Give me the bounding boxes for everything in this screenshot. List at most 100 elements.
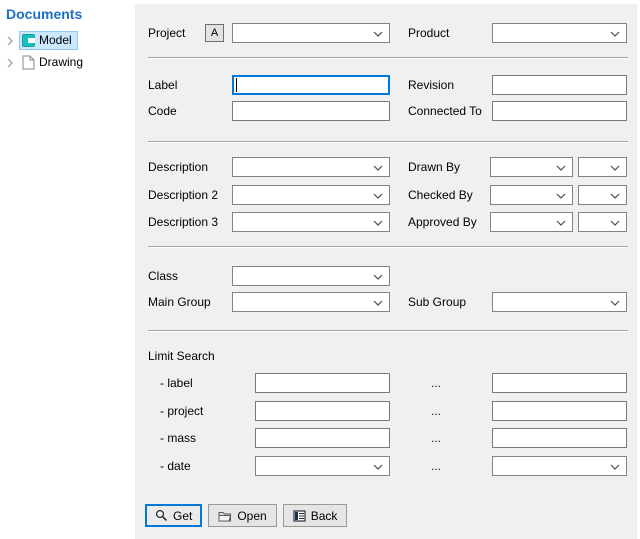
project-attribute-button[interactable]: A xyxy=(205,24,224,42)
limit-mass-to-input[interactable] xyxy=(492,428,627,448)
range-separator: ... xyxy=(431,401,441,421)
range-separator: ... xyxy=(431,373,441,393)
sub-group-combobox[interactable] xyxy=(492,292,627,312)
limit-date-to-combobox[interactable] xyxy=(492,456,627,476)
search-icon xyxy=(155,509,168,522)
class-combobox[interactable] xyxy=(232,266,390,286)
drawn-by-label: Drawn By xyxy=(408,157,460,177)
separator xyxy=(148,330,628,332)
tree-item-drawing-row[interactable]: Drawing xyxy=(19,53,89,72)
code-connectedto-row: Code Connected To xyxy=(135,101,637,121)
chevron-down-icon xyxy=(373,165,383,171)
tree-item-drawing[interactable]: Drawing xyxy=(0,53,89,72)
description2-checkedby-row: Description 2 Checked By xyxy=(135,185,637,205)
chevron-down-icon xyxy=(610,300,620,306)
tree-item-label: Drawing xyxy=(39,55,83,70)
open-button[interactable]: Open xyxy=(208,504,276,527)
maingroup-subgroup-row: Main Group Sub Group xyxy=(135,292,637,312)
chevron-down-icon xyxy=(610,31,620,37)
limit-label-row: - label ... xyxy=(135,373,637,393)
limit-project-row: - project ... xyxy=(135,401,637,421)
description2-label: Description 2 xyxy=(148,185,218,205)
project-combobox[interactable] xyxy=(232,23,390,43)
code-label: Code xyxy=(148,101,177,121)
description-label: Description xyxy=(148,157,208,177)
revision-label: Revision xyxy=(408,75,454,95)
limit-search-header-row: Limit Search xyxy=(135,346,637,366)
product-combobox[interactable] xyxy=(492,23,627,43)
main-group-combobox[interactable] xyxy=(232,292,390,312)
label-input[interactable] xyxy=(232,75,390,95)
limit-project-to-input[interactable] xyxy=(492,401,627,421)
chevron-down-icon xyxy=(373,31,383,37)
product-label: Product xyxy=(408,23,449,43)
description2-combobox[interactable] xyxy=(232,185,390,205)
limit-date-from-combobox[interactable] xyxy=(255,456,390,476)
chevron-down-icon xyxy=(373,464,383,470)
main-group-label: Main Group xyxy=(148,292,211,312)
limit-date-row: - date ... xyxy=(135,456,637,476)
sidebar-title: Documents xyxy=(6,6,82,22)
separator xyxy=(148,57,628,59)
sub-group-label: Sub Group xyxy=(408,292,466,312)
description3-label: Description 3 xyxy=(148,212,218,232)
chevron-right-icon[interactable] xyxy=(5,36,15,46)
chevron-down-icon xyxy=(556,193,566,199)
chevron-right-icon[interactable] xyxy=(5,58,15,68)
project-product-row: Project A Product xyxy=(135,23,637,43)
revision-input[interactable] xyxy=(492,75,627,95)
chevron-down-icon xyxy=(373,193,383,199)
text-caret xyxy=(236,78,237,92)
chevron-down-icon xyxy=(373,220,383,226)
approved-by-secondary-combobox[interactable] xyxy=(578,212,627,232)
checked-by-combobox[interactable] xyxy=(490,185,573,205)
checked-by-label: Checked By xyxy=(408,185,473,205)
tree-item-model-row[interactable]: Model xyxy=(19,31,78,50)
description-combobox[interactable] xyxy=(232,157,390,177)
chevron-down-icon xyxy=(610,193,620,199)
class-row: Class xyxy=(135,266,637,286)
limit-mass-label: - mass xyxy=(160,428,196,448)
limit-label-to-input[interactable] xyxy=(492,373,627,393)
description3-combobox[interactable] xyxy=(232,212,390,232)
range-separator: ... xyxy=(431,456,441,476)
open-button-label: Open xyxy=(237,509,266,523)
tree-item-model[interactable]: Model xyxy=(0,31,78,50)
approved-by-combobox[interactable] xyxy=(490,212,573,232)
limit-label-from-input[interactable] xyxy=(255,373,390,393)
drawn-by-secondary-combobox[interactable] xyxy=(578,157,627,177)
class-label: Class xyxy=(148,266,178,286)
separator xyxy=(148,141,628,143)
description-drawnby-row: Description Drawn By xyxy=(135,157,637,177)
chevron-down-icon xyxy=(610,464,620,470)
chevron-down-icon xyxy=(610,165,620,171)
approved-by-label: Approved By xyxy=(408,212,477,232)
chevron-down-icon xyxy=(373,274,383,280)
back-button-label: Back xyxy=(311,509,338,523)
limit-project-from-input[interactable] xyxy=(255,401,390,421)
limit-date-label: - date xyxy=(160,456,191,476)
limit-mass-row: - mass ... xyxy=(135,428,637,448)
back-button[interactable]: Back xyxy=(283,504,348,527)
drawn-by-combobox[interactable] xyxy=(490,157,573,177)
model-cube-icon xyxy=(22,34,35,47)
code-input[interactable] xyxy=(232,101,390,121)
get-button[interactable]: Get xyxy=(145,504,202,527)
chevron-down-icon xyxy=(373,300,383,306)
get-button-label: Get xyxy=(173,509,192,523)
chevron-down-icon xyxy=(556,165,566,171)
checked-by-secondary-combobox[interactable] xyxy=(578,185,627,205)
limit-label-label: - label xyxy=(160,373,193,393)
folder-icon xyxy=(218,510,232,522)
description3-approvedby-row: Description 3 Approved By xyxy=(135,212,637,232)
chevron-down-icon xyxy=(556,220,566,226)
form-icon xyxy=(293,510,306,522)
connected-to-input[interactable] xyxy=(492,101,627,121)
label-label: Label xyxy=(148,75,177,95)
document-icon xyxy=(22,55,35,70)
chevron-down-icon xyxy=(610,220,620,226)
action-button-row: Get Open Back xyxy=(145,504,347,527)
limit-mass-from-input[interactable] xyxy=(255,428,390,448)
search-form-panel: Project A Product Label Revision Code Co… xyxy=(135,4,637,539)
connected-to-label: Connected To xyxy=(408,101,482,121)
